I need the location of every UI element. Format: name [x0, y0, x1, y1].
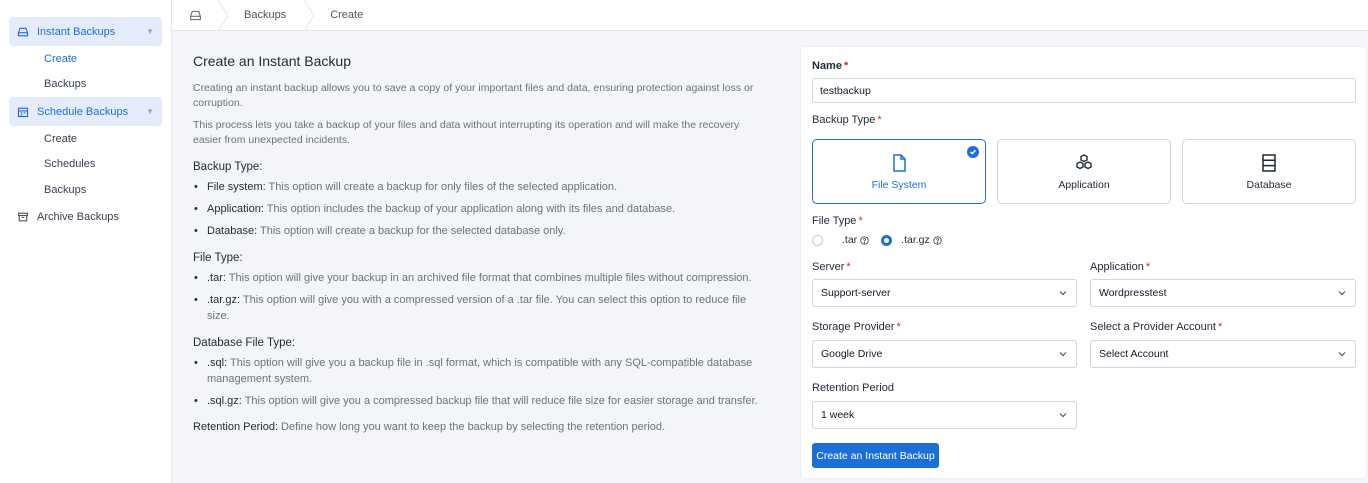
db-file-type-list: .sql: This option will give you a backup…	[193, 355, 763, 409]
sidebar-group-instant-backups[interactable]: Instant Backups ▼	[9, 17, 162, 46]
retention-info: Retention Period: Define how long you wa…	[193, 421, 666, 433]
breadcrumb-item-backups[interactable]: Backups	[228, 9, 304, 21]
name-input[interactable]: testbackup	[812, 78, 1356, 103]
file-type-label: File Type *	[812, 215, 863, 227]
chevron-down-icon	[1338, 352, 1346, 357]
sidebar-group-label: Instant Backups	[37, 25, 116, 38]
cubes-icon	[1076, 153, 1092, 169]
chevron-down-icon	[1059, 352, 1067, 357]
application-select[interactable]: Wordpresstest	[1090, 279, 1356, 307]
list-item: Application: This option includes the ba…	[193, 201, 763, 217]
list-item: .tar.gz: This option will give you with …	[193, 292, 763, 324]
create-backup-button[interactable]: Create an Instant Backup	[812, 443, 939, 468]
backup-type-list: File system: This option will create a b…	[193, 179, 763, 239]
storage-provider-label: Storage Provider *	[812, 321, 901, 333]
list-item: .sql: This option will give you a backup…	[193, 355, 763, 387]
select-value: 1 week	[821, 409, 855, 421]
section-heading: Backup Type:	[193, 161, 263, 173]
sidebar-item-schedules[interactable]: Schedules	[0, 152, 171, 178]
file-type-list: .tar: This option will give your backup …	[193, 270, 763, 324]
radio-tar-gz[interactable]	[881, 234, 893, 246]
chevron-down-icon	[1059, 291, 1067, 296]
sidebar-item-label: Archive Backups	[37, 211, 119, 223]
drive-icon	[189, 10, 201, 20]
storage-provider-select[interactable]: Google Drive	[812, 340, 1077, 368]
check-icon	[967, 146, 979, 158]
intro-text: Creating an instant backup allows you to…	[193, 82, 754, 109]
caret-down-icon: ▼	[146, 27, 154, 36]
backup-form: Name * testbackup Backup Type * File Syste…	[800, 46, 1367, 479]
breadcrumb-separator	[218, 0, 228, 31]
sidebar-item-instant-backups[interactable]: Backups	[0, 72, 171, 98]
select-value: Select Account	[1099, 348, 1169, 360]
retention-period-label: Retention Period	[812, 382, 894, 394]
radio-tar[interactable]	[812, 234, 823, 246]
application-label: Application *	[1090, 261, 1151, 273]
tile-label: Application	[1058, 178, 1110, 191]
help-icon[interactable]	[933, 235, 942, 245]
file-icon	[893, 153, 906, 172]
sidebar-item-archive-backups[interactable]: Archive Backups	[9, 203, 162, 232]
calendar-icon	[17, 107, 29, 117]
radio-label: .tar	[842, 234, 858, 246]
sidebar-item-schedule-create[interactable]: Create	[0, 126, 171, 152]
retention-period-select[interactable]: 1 week	[812, 401, 1077, 429]
database-icon	[1262, 153, 1276, 172]
radio-label: .tar.gz	[901, 234, 930, 246]
breadcrumb-separator	[304, 0, 315, 31]
info-panel: Create an Instant Backup Creating an ins…	[193, 53, 763, 433]
breadcrumb: Backups Create	[172, 0, 1368, 31]
chevron-down-icon	[1338, 291, 1346, 296]
drive-icon	[17, 27, 29, 36]
breadcrumb-home[interactable]	[172, 0, 218, 31]
chevron-down-icon	[1059, 413, 1067, 418]
file-type-options: .tar .tar.gz	[812, 234, 942, 246]
list-item: .sql.gz: This option will give you a com…	[193, 393, 763, 409]
page-title: Create an Instant Backup	[193, 53, 351, 69]
select-value: Google Drive	[821, 348, 883, 360]
provider-account-select[interactable]: Select Account	[1090, 340, 1356, 368]
section-heading: Database File Type:	[193, 337, 296, 349]
name-label: Name *	[812, 60, 849, 72]
tile-label: Database	[1246, 178, 1292, 191]
server-label: Server *	[812, 261, 851, 273]
sidebar-item-schedule-backups[interactable]: Backups	[0, 177, 171, 203]
archive-icon	[17, 212, 29, 222]
list-item: File system: This option will create a b…	[193, 179, 763, 195]
section-heading: File Type:	[193, 252, 243, 264]
breadcrumb-item-create: Create	[330, 9, 364, 21]
provider-account-label: Select a Provider Account *	[1090, 321, 1223, 333]
sidebar: Instant Backups ▼ Create Backups Schedul…	[0, 0, 172, 483]
intro-text: This process lets you take a backup of y…	[193, 119, 740, 146]
select-value: Wordpresstest	[1099, 287, 1167, 299]
help-icon[interactable]	[860, 235, 869, 245]
tile-database[interactable]: Database	[1182, 139, 1356, 204]
select-value: Support-server	[821, 287, 891, 299]
tile-file-system[interactable]: File System	[812, 139, 986, 204]
tile-application[interactable]: Application	[997, 139, 1171, 204]
list-item: Database: This option will create a back…	[193, 223, 763, 239]
sidebar-group-label: Schedule Backups	[37, 105, 129, 118]
server-select[interactable]: Support-server	[812, 279, 1077, 307]
sidebar-item-instant-create[interactable]: Create	[0, 46, 171, 72]
sidebar-group-schedule-backups[interactable]: Schedule Backups ▼	[9, 97, 162, 126]
caret-down-icon: ▼	[146, 107, 154, 116]
list-item: .tar: This option will give your backup …	[193, 270, 763, 286]
backup-type-label: Backup Type *	[812, 114, 882, 126]
tile-label: File System	[871, 178, 927, 191]
